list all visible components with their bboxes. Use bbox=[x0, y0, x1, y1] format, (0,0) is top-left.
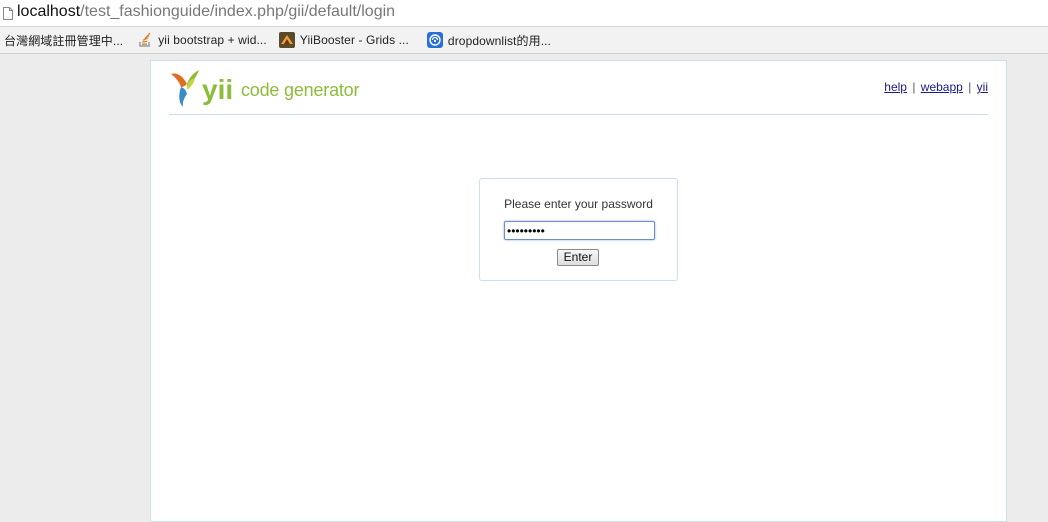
yii-link[interactable]: yii bbox=[977, 80, 988, 94]
yii-logo-icon: yii bbox=[171, 70, 233, 107]
link-separator: | bbox=[968, 80, 972, 94]
help-link[interactable]: help bbox=[884, 80, 907, 94]
bookmark-label: yii bootstrap + wid... bbox=[158, 33, 267, 47]
page-container: yii code generator help | webapp | yii P… bbox=[150, 60, 1007, 522]
page-header: yii code generator help | webapp | yii bbox=[169, 61, 988, 115]
bookmarks-bar: 台灣網域註冊管理中... yii bootstrap + wid... YiiB… bbox=[0, 27, 1048, 54]
bookmark-item[interactable]: yii bootstrap + wid... bbox=[133, 29, 273, 51]
header-links: help | webapp | yii bbox=[884, 80, 988, 94]
address-bar[interactable]: localhost/test_fashionguide/index.php/gi… bbox=[0, 0, 1048, 27]
page-icon bbox=[3, 6, 13, 20]
url-host: localhost bbox=[17, 2, 81, 20]
link-separator: | bbox=[912, 80, 916, 94]
enter-button[interactable]: Enter bbox=[557, 249, 599, 266]
logo-subtitle: code generator bbox=[241, 80, 360, 100]
url-path: /test_fashionguide/index.php/gii/default… bbox=[80, 2, 396, 20]
globe-icon bbox=[426, 32, 443, 48]
bookmark-label: dropdownlist的用... bbox=[447, 33, 551, 48]
login-form: Please enter your password Enter bbox=[479, 178, 678, 281]
bookmark-label: 台灣網域註冊管理中... bbox=[4, 33, 124, 48]
password-input[interactable] bbox=[504, 221, 655, 240]
bookmark-item[interactable]: dropdownlist的用... bbox=[423, 29, 557, 51]
bookmark-item[interactable]: 台灣網域註冊管理中... bbox=[0, 29, 129, 51]
url-text[interactable]: localhost/test_fashionguide/index.php/gi… bbox=[17, 3, 395, 21]
bookmark-label: YiiBooster - Grids ... bbox=[299, 33, 409, 47]
stackoverflow-icon bbox=[137, 32, 153, 48]
password-prompt: Please enter your password bbox=[504, 197, 653, 211]
logo[interactable]: yii code generator bbox=[169, 68, 359, 108]
yiibooster-icon bbox=[278, 32, 295, 48]
logo-wordmark: yii bbox=[202, 74, 233, 105]
webapp-link[interactable]: webapp bbox=[921, 80, 963, 94]
bookmark-item[interactable]: YiiBooster - Grids ... bbox=[275, 29, 415, 51]
